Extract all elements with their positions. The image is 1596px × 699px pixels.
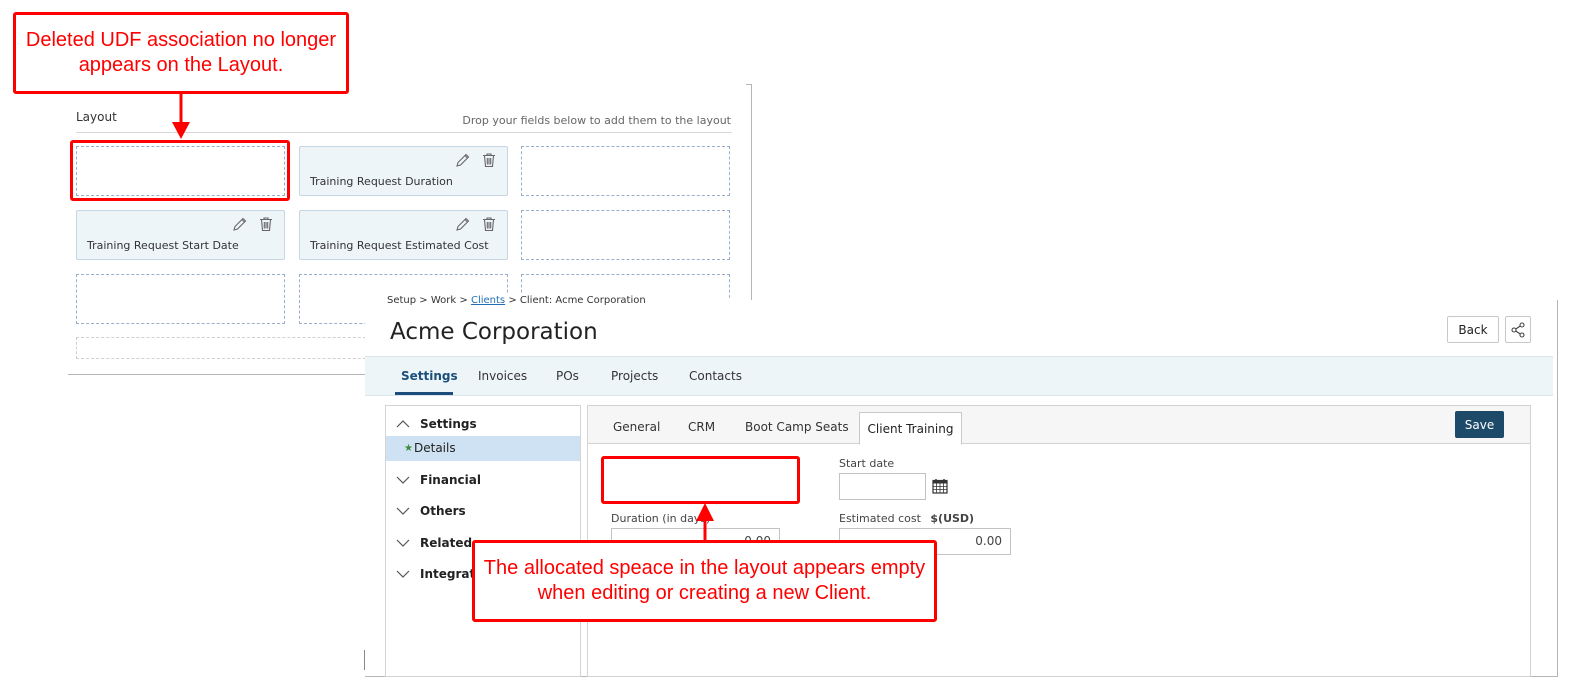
tab-projects[interactable]: Projects: [611, 369, 658, 383]
share-button[interactable]: [1505, 316, 1531, 343]
empty-layout-slot[interactable]: [76, 274, 285, 324]
annotation-callout-empty-space: The allocated speace in the layout appea…: [472, 540, 937, 622]
layout-title: Layout: [76, 110, 117, 124]
chevron-up-icon: [396, 420, 410, 428]
share-icon: [1511, 321, 1525, 338]
layout-field-card[interactable]: Training Request Duration: [299, 146, 508, 196]
wide-drop-zone[interactable]: [76, 337, 396, 359]
trash-icon[interactable]: [258, 216, 274, 232]
trash-icon[interactable]: [481, 216, 497, 232]
layout-field-card[interactable]: Training Request Start Date: [76, 210, 285, 260]
sidebar-item-details[interactable]: ★ Details: [386, 436, 580, 461]
back-button[interactable]: Back: [1447, 316, 1499, 343]
save-button[interactable]: Save: [1455, 411, 1504, 438]
empty-layout-slot[interactable]: [521, 210, 730, 260]
trash-icon[interactable]: [481, 152, 497, 168]
breadcrumb-clients-link[interactable]: Clients: [471, 295, 505, 306]
active-tab-indicator: [395, 392, 453, 395]
layout-field-label: Training Request Estimated Cost: [310, 239, 489, 252]
chevron-down-icon: [396, 570, 410, 578]
sidebar-section-related[interactable]: Related: [396, 536, 472, 550]
breadcrumb-work[interactable]: Work: [431, 295, 456, 306]
layout-field-card[interactable]: Training Request Estimated Cost: [299, 210, 508, 260]
tab-settings[interactable]: Settings: [401, 369, 458, 383]
sidebar-section-others[interactable]: Others: [396, 504, 466, 518]
empty-layout-slot[interactable]: [521, 146, 730, 196]
sidebar-section-financial[interactable]: Financial: [396, 473, 481, 487]
subtab-crm[interactable]: CRM: [688, 420, 715, 434]
star-icon: ★: [404, 443, 413, 454]
tab-invoices[interactable]: Invoices: [478, 369, 527, 383]
chevron-down-icon: [396, 476, 410, 484]
annotation-callout-deleted-udf: Deleted UDF association no longer appear…: [13, 12, 349, 94]
subtab-boot-camp-seats[interactable]: Boot Camp Seats: [745, 420, 849, 434]
annotation-arrow-down: [172, 92, 190, 139]
annotation-arrow-up: [696, 503, 714, 545]
pencil-icon[interactable]: [455, 216, 471, 232]
subtab-client-training[interactable]: Client Training: [859, 412, 962, 445]
currency-label: $(USD): [930, 512, 975, 525]
breadcrumb: Setup > Work > Clients > Client: Acme Co…: [385, 295, 648, 306]
layout-field-label: Training Request Start Date: [87, 239, 239, 252]
breadcrumb-current: Client: Acme Corporation: [519, 295, 646, 306]
chevron-down-icon: [396, 539, 410, 547]
tab-contacts[interactable]: Contacts: [689, 369, 742, 383]
breadcrumb-setup[interactable]: Setup: [387, 295, 416, 306]
calendar-icon[interactable]: [932, 478, 948, 499]
start-date-input[interactable]: [839, 473, 926, 500]
main-tab-bar: Settings Invoices POs Projects Contacts: [365, 356, 1553, 396]
tab-pos[interactable]: POs: [556, 369, 579, 383]
pencil-icon[interactable]: [455, 152, 471, 168]
estimated-cost-label: Estimated cost $(USD): [839, 512, 975, 525]
pencil-icon[interactable]: [232, 216, 248, 232]
annotation-highlight-empty-field: [601, 456, 800, 504]
chevron-down-icon: [396, 507, 410, 515]
layout-field-label: Training Request Duration: [310, 175, 453, 188]
sub-tab-bar: General CRM Boot Camp Seats Client Train…: [588, 406, 1530, 445]
page-title: Acme Corporation: [390, 319, 598, 345]
start-date-label: Start date: [839, 457, 895, 470]
subtab-general[interactable]: General: [613, 420, 660, 434]
sidebar-section-settings[interactable]: Settings: [396, 417, 477, 431]
annotation-highlight-empty-slot: [70, 140, 290, 201]
layout-drop-hint: Drop your fields below to add them to th…: [462, 114, 731, 127]
